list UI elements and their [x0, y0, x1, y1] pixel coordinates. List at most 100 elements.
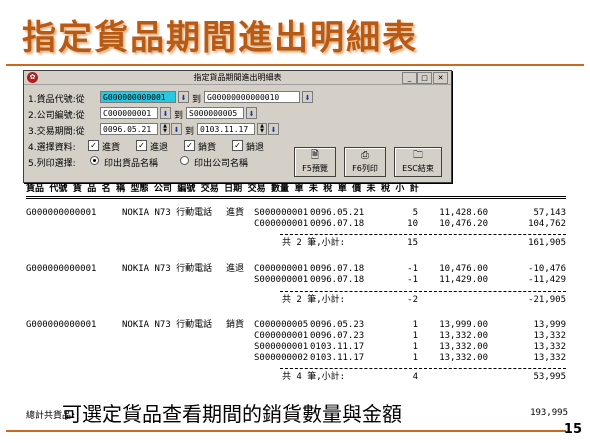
product-to-input[interactable]: G00000000000010: [204, 91, 300, 103]
dialog-titlebar[interactable]: ✿ 指定貨品期間進出明細表 _ □ ✕: [24, 71, 451, 85]
trade-type: 進退: [226, 264, 245, 274]
company-range-row: 2.公司編號:從 C000000001 ⬇ 到 S000000005 ⬇: [28, 107, 448, 121]
company-range-label: 2.公司編號:從: [28, 111, 85, 121]
trade-date: 0096.07.23: [310, 331, 365, 341]
row-subtotal: 13,332: [533, 331, 566, 341]
to-label: 到: [192, 95, 202, 105]
date-to-input[interactable]: 0103.11.17: [197, 123, 255, 135]
product-name: NOKIA N73 行動電話: [122, 320, 213, 330]
unit-price: 10,476.20: [439, 219, 488, 229]
group-separator: [280, 368, 566, 369]
date-to-spinner[interactable]: ▲ ▼: [257, 123, 267, 135]
exit-icon: 🗀: [413, 150, 423, 161]
maximize-button[interactable]: □: [417, 72, 432, 84]
company-to-input[interactable]: S000000005: [186, 107, 244, 119]
dialog-title: 指定貨品期間進出明細表: [193, 73, 282, 82]
company-code: C000000001: [254, 331, 309, 341]
data-select-row: 4.選擇資料: ✓ 進貨 ✓ 進退 ✓ 銷貨 ✓ 銷退: [28, 139, 308, 153]
group-summary: 共 2 筆,小計:: [282, 238, 346, 248]
print-select-row: 5.列印選擇: 印出貨品名稱 印出公司名稱: [28, 155, 308, 169]
print-select-label: 5.列印選擇:: [28, 159, 76, 169]
unit-price: 13,999.00: [439, 320, 488, 330]
company-code: S000000001: [254, 208, 309, 218]
group-qty-total: -2: [407, 295, 418, 305]
trade-qty: 1: [412, 353, 418, 363]
exit-button[interactable]: 🗀 ESC結束: [394, 147, 442, 177]
group-amount-total: -21,905: [528, 295, 566, 305]
product-code: G000000000001: [26, 208, 97, 218]
date-from-spinner[interactable]: ▲ ▼: [160, 123, 170, 135]
trade-qty: 1: [412, 320, 418, 330]
slide-title: 指定貨品期間進出明細表: [22, 18, 418, 58]
date-range-row: 3.交易期間:從 0096.05.21 ▲ ▼ ⬇ 到 0103.11.17 ▲ ▼…: [28, 123, 448, 137]
preview-button-label: F5預覽: [302, 164, 328, 173]
product-range-row: 1.貨品代號:從 G000000000001 ⬇ 到 G000000000000…: [28, 91, 448, 105]
company-code: S000000002: [254, 353, 309, 363]
unit-price: 11,428.60: [439, 208, 488, 218]
preview-button[interactable]: 🗎 F5預覽: [294, 147, 336, 177]
data-select-label: 4.選擇資料:: [28, 143, 76, 153]
trade-qty: 10: [407, 219, 418, 229]
close-button[interactable]: ✕: [433, 72, 448, 84]
group-amount-total: 53,995: [533, 372, 566, 382]
company-from-input[interactable]: C000000001: [100, 107, 158, 119]
company-to-lookup-icon[interactable]: ⬇: [246, 107, 257, 119]
trade-qty: -1: [407, 275, 418, 285]
print-button[interactable]: ⎙ F6列印: [344, 147, 386, 177]
unit-price: 10,476.00: [439, 264, 488, 274]
trade-type: 進貨: [226, 208, 245, 218]
report-header: 貨品 代號 貨 品 名 稱 型態 公司 編號 交易 日期 交易 數量 單 未 稅…: [26, 184, 419, 194]
exit-button-label: ESC結束: [402, 164, 434, 173]
product-to-lookup-icon[interactable]: ⬇: [302, 91, 313, 103]
radio-print-company-name-label: 印出公司名稱: [194, 159, 249, 169]
trade-qty: -1: [407, 264, 418, 274]
company-code: C000000001: [254, 219, 309, 229]
company-code: S000000001: [254, 342, 309, 352]
checkbox-sales[interactable]: ✓: [184, 140, 195, 151]
group-summary: 共 2 筆,小計:: [282, 295, 346, 305]
row-subtotal: 13,332: [533, 342, 566, 352]
minimize-button[interactable]: _: [402, 72, 417, 84]
trade-qty: 1: [412, 342, 418, 352]
group-qty-total: 15: [407, 238, 418, 248]
grand-total-value: 193,995: [530, 408, 568, 418]
unit-price: 13,332.00: [439, 331, 488, 341]
report-dialog: ✿ 指定貨品期間進出明細表 _ □ ✕ 1.貨品代號:從 G0000000000…: [23, 70, 452, 183]
row-subtotal: 13,332: [533, 353, 566, 363]
title-underline: [6, 64, 584, 66]
company-from-lookup-icon[interactable]: ⬇: [160, 107, 171, 119]
date-from-calendar-icon[interactable]: ⬇: [171, 123, 182, 135]
product-from-input[interactable]: G000000000001: [100, 91, 176, 103]
radio-print-product-name[interactable]: [90, 156, 99, 165]
date-to-calendar-icon[interactable]: ⬇: [268, 123, 279, 135]
date-range-label: 3.交易期間:從: [28, 127, 85, 137]
checkbox-sales-return-label: 銷退: [246, 143, 265, 153]
product-name: NOKIA N73 行動電話: [122, 264, 213, 274]
checkbox-sales-return[interactable]: ✓: [232, 140, 243, 151]
row-subtotal: -11,429: [528, 275, 566, 285]
trade-date: 0096.05.21: [310, 208, 365, 218]
group-separator: [280, 234, 566, 235]
group-separator: [280, 291, 566, 292]
row-subtotal: -10,476: [528, 264, 566, 274]
group-qty-total: 4: [412, 372, 418, 382]
checkbox-purchase-return[interactable]: ✓: [136, 140, 147, 151]
row-subtotal: 13,999: [533, 320, 566, 330]
trade-date: 0096.07.18: [310, 219, 365, 229]
trade-qty: 1: [412, 331, 418, 341]
page-number: 15: [563, 422, 582, 437]
company-code: C000000001: [254, 264, 309, 274]
checkbox-purchase[interactable]: ✓: [88, 140, 99, 151]
checkbox-purchase-return-label: 進退: [150, 143, 169, 153]
product-code: G000000000001: [26, 264, 97, 274]
unit-price: 11,429.00: [439, 275, 488, 285]
unit-price: 13,332.00: [439, 342, 488, 352]
product-from-lookup-icon[interactable]: ⬇: [178, 91, 189, 103]
radio-print-company-name[interactable]: [180, 156, 189, 165]
to-label: 到: [174, 111, 184, 121]
header-double-rule: [26, 196, 566, 199]
date-from-input[interactable]: 0096.05.21: [100, 123, 158, 135]
trade-date: 0096.07.18: [310, 264, 365, 274]
trade-date: 0103.11.17: [310, 353, 365, 363]
company-code: S000000001: [254, 275, 309, 285]
